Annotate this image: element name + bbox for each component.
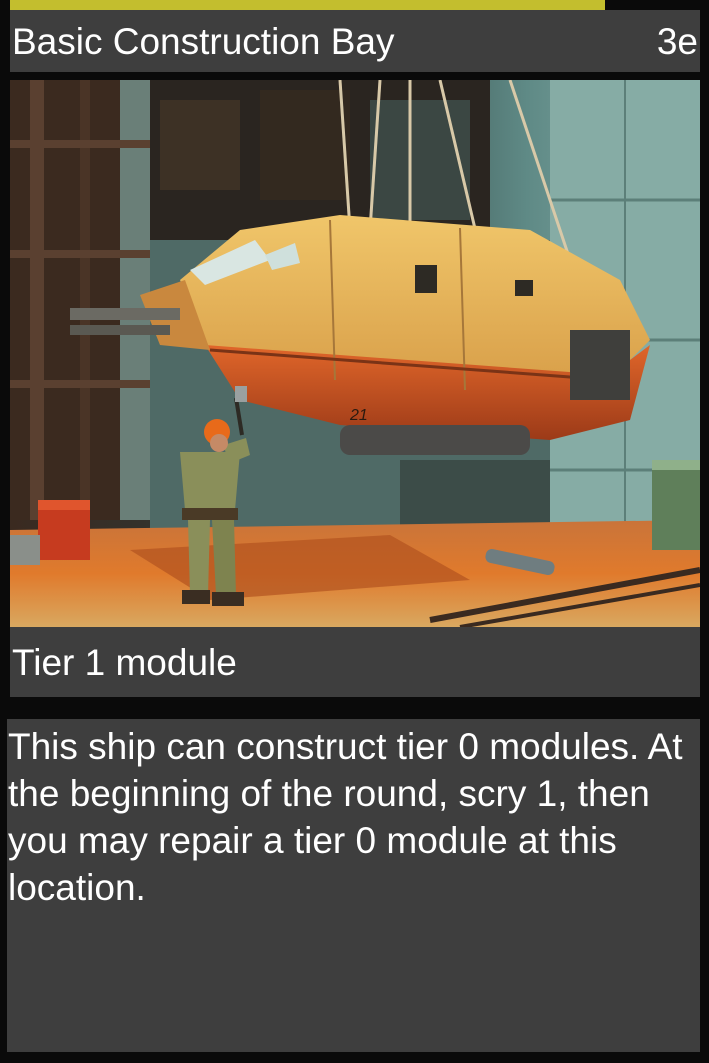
card-rules-text: This ship can construct tier 0 modules. …	[8, 726, 683, 908]
hangar-ship-illustration: 21	[10, 80, 700, 627]
card-accent-bar	[10, 0, 605, 10]
card-title: Basic Construction Bay	[12, 21, 395, 62]
card-artwork: 21	[10, 80, 700, 627]
hull-number-text: 21	[349, 407, 368, 424]
card-type-line: Tier 1 module	[12, 642, 237, 683]
card-type-bar: Tier 1 module	[10, 627, 700, 697]
card-cost: 3e	[656, 21, 698, 62]
card-rules-box: This ship can construct tier 0 modules. …	[7, 719, 700, 1052]
card-title-bar: Basic Construction Bay 3e	[10, 10, 700, 72]
